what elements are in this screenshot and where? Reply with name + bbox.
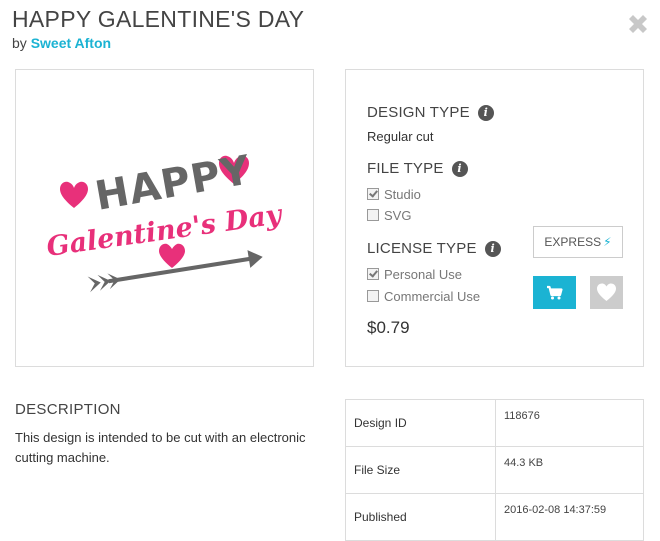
design-id-label: Design ID bbox=[345, 399, 496, 447]
favorite-button[interactable] bbox=[590, 276, 623, 309]
studio-checkbox[interactable] bbox=[367, 188, 379, 200]
page-title: HAPPY GALENTINE'S DAY bbox=[12, 6, 305, 32]
commercial-use-label: Commercial Use bbox=[384, 289, 481, 304]
heart-shape bbox=[60, 181, 88, 208]
design-image-panel: HAPPY Galentine's Day bbox=[15, 69, 314, 367]
published-label: Published bbox=[345, 493, 496, 541]
studio-label: Studio bbox=[384, 187, 421, 202]
file-type-option-studio[interactable]: Studio bbox=[367, 187, 421, 202]
info-icon[interactable]: i bbox=[484, 241, 501, 257]
personal-use-checkbox[interactable] bbox=[367, 268, 379, 280]
design-image: HAPPY Galentine's Day bbox=[45, 147, 286, 293]
add-to-cart-button[interactable] bbox=[533, 276, 576, 309]
design-type-heading-label: DESIGN TYPE bbox=[367, 104, 470, 121]
byline: by Sweet Afton bbox=[12, 35, 111, 51]
design-id-value: 118676 bbox=[495, 399, 644, 447]
design-type-value: Regular cut bbox=[367, 129, 434, 144]
file-size-label: File Size bbox=[345, 446, 496, 494]
table-row: File Size 44.3 KB bbox=[345, 446, 644, 494]
license-option-commercial[interactable]: Commercial Use bbox=[367, 289, 480, 304]
commercial-use-checkbox[interactable] bbox=[367, 290, 379, 302]
close-icon bbox=[629, 15, 647, 33]
table-row: Published 2016-02-08 14:37:59 bbox=[345, 493, 644, 541]
description-text: This design is intended to be cut with a… bbox=[15, 430, 306, 465]
purchase-options-panel: DESIGN TYPE i Regular cut FILE TYPE i Stud… bbox=[345, 69, 644, 367]
express-label: EXPRESS bbox=[544, 235, 602, 249]
heart-icon bbox=[597, 283, 616, 301]
cart-icon bbox=[547, 285, 563, 300]
close-button[interactable] bbox=[624, 10, 652, 38]
svg-label: SVG bbox=[384, 208, 412, 223]
license-type-heading-label: LICENSE TYPE bbox=[367, 240, 477, 257]
file-type-option-svg[interactable]: SVG bbox=[367, 208, 411, 223]
file-size-value: 44.3 KB bbox=[495, 446, 644, 494]
lightning-icon: ⚡︎ bbox=[603, 235, 612, 249]
description-heading: DESCRIPTION bbox=[15, 401, 121, 418]
published-value: 2016-02-08 14:37:59 bbox=[495, 493, 644, 541]
info-icon[interactable]: i bbox=[451, 161, 468, 177]
file-type-heading: FILE TYPE i bbox=[367, 160, 468, 177]
info-icon[interactable]: i bbox=[477, 105, 494, 121]
byline-prefix: by bbox=[12, 35, 27, 51]
author-link[interactable]: Sweet Afton bbox=[31, 35, 111, 51]
license-option-personal[interactable]: Personal Use bbox=[367, 267, 462, 282]
details-table: Design ID 118676 File Size 44.3 KB Publi… bbox=[345, 399, 644, 541]
design-type-heading: DESIGN TYPE i bbox=[367, 104, 494, 121]
table-row: Design ID 118676 bbox=[345, 399, 644, 447]
license-type-heading: LICENSE TYPE i bbox=[367, 240, 501, 257]
file-type-heading-label: FILE TYPE bbox=[367, 160, 444, 177]
express-button[interactable]: EXPRESS ⚡︎ bbox=[533, 226, 623, 258]
heart-shape bbox=[159, 243, 185, 268]
personal-use-label: Personal Use bbox=[384, 267, 463, 282]
svg-checkbox[interactable] bbox=[367, 209, 379, 221]
price: $0.79 bbox=[367, 318, 410, 337]
